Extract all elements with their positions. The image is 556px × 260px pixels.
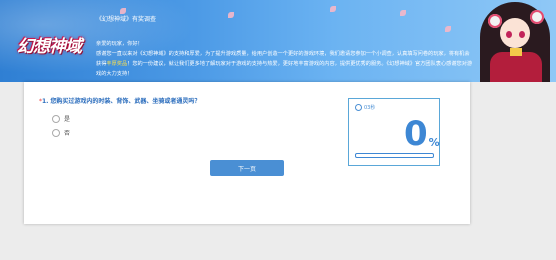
option-no[interactable]: 否: [52, 128, 70, 137]
logo-text: 幻想神域: [17, 36, 82, 57]
percent-sign: %: [428, 136, 440, 149]
character-eye: [519, 31, 525, 38]
question-title: *1. 您购买过游戏内的时装、背饰、武器、坐骑或者通灵吗？: [39, 96, 200, 105]
petal-decoration: [445, 26, 451, 32]
greeting-text: 亲爱的玩家，你好！: [96, 41, 143, 47]
progress-widget: 03秒 0 %: [348, 98, 440, 166]
header-banner: 幻想神域 《幻想神域》有奖调查 亲爱的玩家，你好！ 感谢您一直以来对《幻想神域》…: [0, 0, 556, 82]
timer-label: 03秒: [364, 105, 376, 111]
flower-ornament: [530, 10, 544, 24]
character-illustration: [474, 0, 556, 82]
petal-decoration: [400, 10, 406, 16]
flower-ornament: [488, 14, 502, 28]
option-no-label: 否: [64, 130, 71, 137]
petal-decoration: [228, 12, 234, 18]
clock-icon: [355, 104, 362, 111]
survey-panel: *1. 您购买过游戏内的时装、背饰、武器、坐骑或者通灵吗？ 是 否 下一页 03…: [24, 82, 470, 224]
character-eye: [506, 31, 512, 38]
intro-text-2: ！您的一份建议，就让我们更多地了解玩家对于游戏的支持与热爱，更好地丰富游戏的内容…: [96, 61, 473, 77]
progress-bar: [355, 153, 434, 158]
percent-digit: 0: [404, 114, 428, 154]
petal-decoration: [330, 6, 336, 12]
question-text: 您购买过游戏内的时装、背饰、武器、坐骑或者通灵吗？: [50, 98, 201, 105]
option-no-radio[interactable]: [52, 128, 60, 137]
character-face: [500, 18, 530, 48]
option-yes[interactable]: 是: [52, 114, 70, 123]
timer: 03秒: [355, 104, 375, 111]
question-number: 1.: [42, 98, 49, 105]
option-yes-label: 是: [64, 116, 71, 123]
game-logo: 幻想神域: [10, 24, 88, 64]
prize-highlight: 丰厚奖品: [106, 61, 128, 67]
intro-paragraph: 感谢您一直以来对《幻想神域》的支持和厚爱，为了提升游戏质量，给用户创造一个更好的…: [96, 49, 474, 79]
survey-title: 《幻想神域》有奖调查: [96, 16, 157, 23]
survey-intro: 亲爱的玩家，你好！ 感谢您一直以来对《幻想神域》的支持和厚爱，为了提升游戏质量，…: [96, 39, 474, 79]
next-page-button[interactable]: 下一页: [210, 160, 284, 176]
character-dress: [490, 52, 542, 82]
progress-percent: 0 %: [404, 114, 440, 154]
character-ribbon: [510, 48, 522, 56]
option-yes-radio[interactable]: [52, 114, 60, 123]
